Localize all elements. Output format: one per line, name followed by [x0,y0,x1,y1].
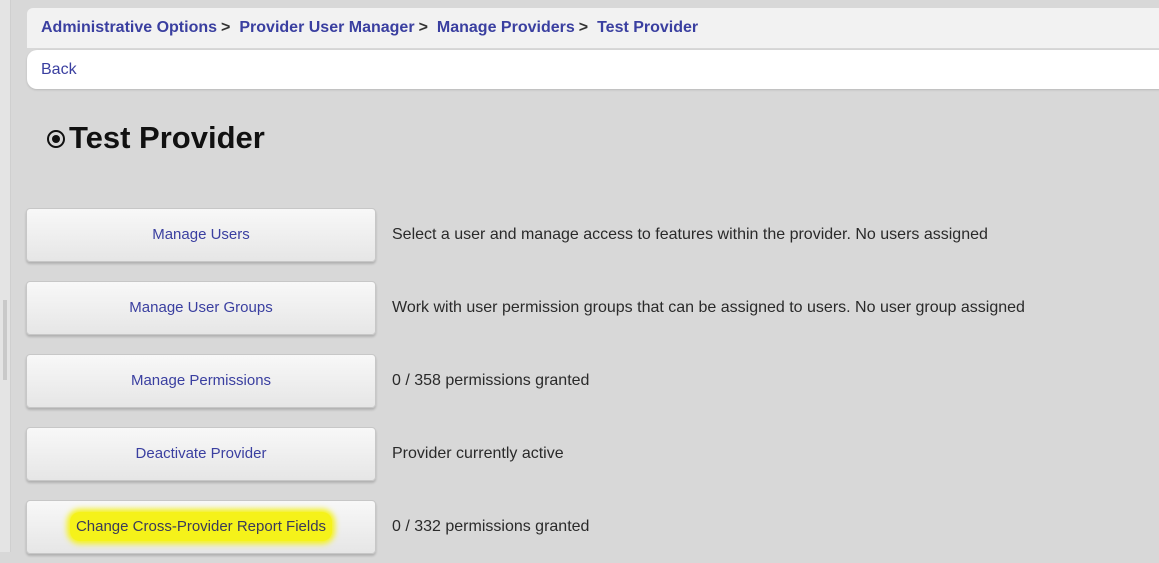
deactivate-provider-button[interactable]: Deactivate Provider [26,426,376,481]
deactivate-provider-button-label: Deactivate Provider [135,445,267,462]
action-row-manage-user-groups: Manage User Groups Work with user permis… [26,271,1025,344]
action-row-deactivate-provider: Deactivate Provider Provider currently a… [26,417,1025,490]
deactivate-provider-description: Provider currently active [392,444,564,462]
breadcrumb: Administrative Options > Provider User M… [27,8,1159,48]
back-link[interactable]: Back [41,61,77,79]
manage-users-button[interactable]: Manage Users [26,207,376,262]
breadcrumb-separator: > [221,19,231,36]
change-cross-provider-report-fields-button[interactable]: Change Cross-Provider Report Fields [26,499,376,554]
page-header: Test Provider [47,120,265,156]
manage-permissions-button[interactable]: Manage Permissions [26,353,376,408]
change-cross-provider-report-fields-button-label: Change Cross-Provider Report Fields [69,512,333,541]
manage-users-description: Select a user and manage access to featu… [392,225,988,243]
action-row-manage-permissions: Manage Permissions 0 / 358 permissions g… [26,344,1025,417]
back-bar: Back [27,50,1159,89]
actions-list: Manage Users Select a user and manage ac… [26,198,1025,563]
manage-user-groups-button[interactable]: Manage User Groups [26,280,376,335]
action-row-change-cross-provider-report-fields: Change Cross-Provider Report Fields 0 / … [26,490,1025,563]
left-panel-edge [0,0,11,552]
manage-permissions-button-label: Manage Permissions [130,372,272,389]
manage-user-groups-button-label: Manage User Groups [129,299,273,316]
breadcrumb-item-administrative-options[interactable]: Administrative Options [41,19,217,37]
manage-user-groups-description: Work with user permission groups that ca… [392,298,1025,316]
breadcrumb-item-test-provider[interactable]: Test Provider [597,19,698,37]
breadcrumb-separator: > [578,19,589,36]
manage-permissions-description: 0 / 358 permissions granted [392,371,590,389]
page-title: Test Provider [69,120,265,155]
radio-bullet-icon [47,130,65,148]
breadcrumb-separator: > [418,19,428,36]
breadcrumb-item-manage-providers[interactable]: Manage Providers [437,19,575,37]
manage-users-button-label: Manage Users [152,226,250,243]
action-row-manage-users: Manage Users Select a user and manage ac… [26,198,1025,271]
change-cross-provider-report-fields-description: 0 / 332 permissions granted [392,517,590,535]
splitter-handle[interactable] [3,300,7,380]
breadcrumb-item-provider-user-manager[interactable]: Provider User Manager [239,19,414,37]
